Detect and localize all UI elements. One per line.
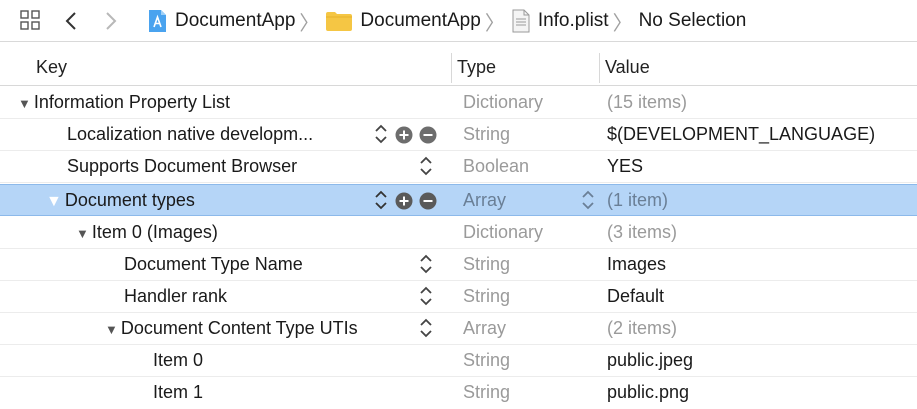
table-row[interactable]: Item 0 String public.jpeg <box>0 345 917 377</box>
table-row[interactable]: Supports Document Browser Boolean YES <box>0 151 917 183</box>
column-divider[interactable] <box>451 53 452 83</box>
breadcrumb: DocumentApp 〉 DocumentApp 〉 Info.plist 〉… <box>146 0 746 42</box>
breadcrumb-item-folder[interactable]: DocumentApp <box>325 10 481 32</box>
table-row-selected[interactable]: ▼ Document types Array (1 item) <box>0 184 917 216</box>
value-label[interactable]: public.png <box>607 377 689 408</box>
key-label: Document types <box>64 190 195 210</box>
table-row[interactable]: ▼ Information Property List Dictionary (1… <box>0 87 917 119</box>
key-label: Handler rank <box>124 286 228 306</box>
remove-item-icon[interactable] <box>419 126 437 144</box>
key-label: Item 1 <box>153 382 204 402</box>
table-row[interactable]: ▼ Document Content Type UTIs Array (2 ite… <box>0 313 917 345</box>
type-label: Boolean <box>463 156 530 176</box>
key-stepper-icon[interactable] <box>419 315 433 341</box>
breadcrumb-label: DocumentApp <box>175 10 296 31</box>
disclosure-triangle-icon[interactable]: ▼ <box>105 314 118 345</box>
breadcrumb-item-file[interactable]: Info.plist <box>511 9 609 33</box>
type-label: String <box>463 286 511 306</box>
key-stepper-icon[interactable] <box>374 121 388 147</box>
key-column-header[interactable]: Key <box>36 57 67 78</box>
folder-icon <box>326 12 353 31</box>
add-item-icon[interactable] <box>395 192 413 210</box>
value-label: (2 items) <box>607 318 678 338</box>
type-label: Array <box>463 190 507 210</box>
key-label: Item 0 <box>153 350 204 370</box>
column-divider[interactable] <box>599 53 600 83</box>
type-label: String <box>463 382 511 402</box>
table-row[interactable]: Handler rank String Default <box>0 281 917 313</box>
breadcrumb-label: DocumentApp <box>360 10 481 31</box>
value-label[interactable]: YES <box>607 151 643 182</box>
type-label: Array <box>463 318 507 338</box>
key-label: Document Content Type UTIs <box>120 318 358 338</box>
disclosure-triangle-icon[interactable]: ▼ <box>18 88 31 119</box>
type-label: String <box>463 350 511 370</box>
table-row[interactable]: ▼ Item 0 (Images) Dictionary (3 items) <box>0 217 917 249</box>
jump-bar: DocumentApp 〉 DocumentApp 〉 Info.plist 〉… <box>0 0 917 42</box>
breadcrumb-separator: 〉 <box>484 12 505 35</box>
key-stepper-icon[interactable] <box>419 283 433 309</box>
disclosure-triangle-icon[interactable]: ▼ <box>76 218 89 249</box>
key-stepper-icon[interactable] <box>419 251 433 277</box>
breadcrumb-item-selection[interactable]: No Selection <box>639 10 747 32</box>
breadcrumb-separator: 〉 <box>299 12 320 35</box>
breadcrumb-item-project[interactable]: DocumentApp <box>146 9 295 33</box>
type-column-header[interactable]: Type <box>457 57 496 78</box>
type-label: Dictionary <box>463 222 544 242</box>
key-stepper-icon[interactable] <box>419 153 433 179</box>
key-label: Information Property List <box>33 92 230 112</box>
value-label: (15 items) <box>607 92 688 112</box>
key-stepper-icon[interactable] <box>374 187 388 213</box>
column-header: Key Type Value <box>0 51 917 85</box>
value-label[interactable]: public.jpeg <box>607 345 693 376</box>
key-label: Item 0 (Images) <box>91 222 218 242</box>
forward-arrow-icon[interactable] <box>104 11 118 31</box>
breadcrumb-label: No Selection <box>638 10 747 31</box>
value-label[interactable]: $(DEVELOPMENT_LANGUAGE) <box>607 119 875 150</box>
breadcrumb-label: Info.plist <box>537 10 609 31</box>
type-label: String <box>463 254 511 274</box>
value-label: (1 item) <box>607 190 669 210</box>
header-divider <box>0 85 917 86</box>
back-arrow-icon[interactable] <box>64 11 78 31</box>
table-row[interactable]: Item 1 String public.png <box>0 377 917 409</box>
key-label: Supports Document Browser <box>67 156 298 176</box>
value-label[interactable]: Default <box>607 281 664 312</box>
key-label: Localization native developm... <box>67 124 314 144</box>
value-label: (3 items) <box>607 222 678 242</box>
disclosure-triangle-icon[interactable]: ▼ <box>46 186 62 217</box>
key-label: Document Type Name <box>124 254 303 274</box>
type-label: String <box>463 124 511 144</box>
xcode-project-icon <box>149 10 166 32</box>
plist-file-icon <box>512 9 530 33</box>
remove-item-icon[interactable] <box>419 192 437 210</box>
table-row[interactable]: Document Type Name String Images <box>0 249 917 281</box>
type-label: Dictionary <box>463 92 544 112</box>
table-row[interactable]: Localization native developm... String $… <box>0 119 917 151</box>
type-stepper-icon[interactable] <box>581 187 595 213</box>
value-label[interactable]: Images <box>607 249 666 280</box>
related-items-grid-icon[interactable] <box>20 10 40 30</box>
add-item-icon[interactable] <box>395 126 413 144</box>
breadcrumb-separator: 〉 <box>612 12 633 35</box>
value-column-header[interactable]: Value <box>605 57 650 78</box>
